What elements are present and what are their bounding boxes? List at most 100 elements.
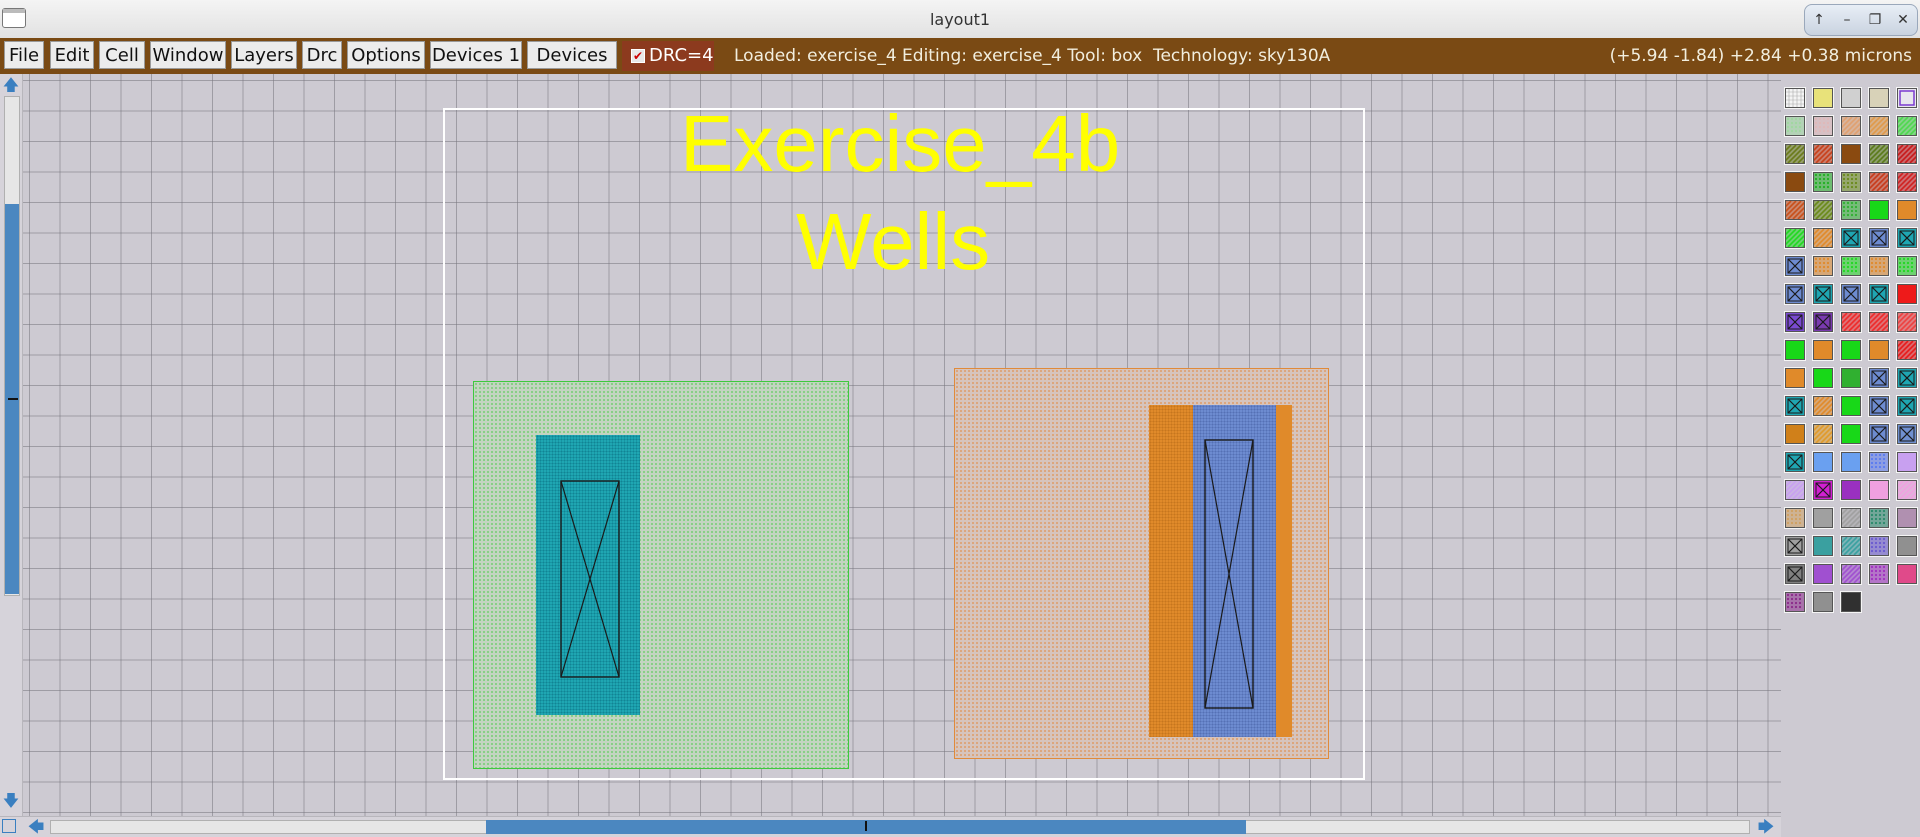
layer-swatch-plum-dots[interactable] bbox=[1784, 591, 1806, 613]
layer-swatch-lavender-solid[interactable] bbox=[1896, 451, 1918, 473]
layer-swatch-green-solid2[interactable] bbox=[1784, 339, 1806, 361]
layer-swatch-purple-outline[interactable] bbox=[1896, 87, 1918, 109]
layer-swatch-orange-hatch4[interactable] bbox=[1812, 227, 1834, 249]
zoom-box-icon[interactable] bbox=[2, 819, 16, 833]
layer-swatch-blue-x8[interactable] bbox=[1896, 423, 1918, 445]
layer-swatch-gray-solid2[interactable] bbox=[1896, 535, 1918, 557]
layer-swatch-purple-x2[interactable] bbox=[1812, 311, 1834, 333]
layer-swatch-darkgreen-dots[interactable] bbox=[1868, 507, 1890, 529]
layer-swatch-black-solid[interactable] bbox=[1840, 591, 1862, 613]
layer-swatch-gray-hatch[interactable] bbox=[1840, 507, 1862, 529]
layer-swatch-green-dots2[interactable] bbox=[1812, 171, 1834, 193]
layer-swatch-red-hatch5[interactable] bbox=[1840, 311, 1862, 333]
layer-swatch-yellow-box[interactable] bbox=[1812, 87, 1834, 109]
scroll-right-arrow-icon[interactable]: 🡆 bbox=[1756, 817, 1776, 837]
layer-swatch-teal-x7[interactable] bbox=[1896, 395, 1918, 417]
layer-swatch-red-hatch3[interactable] bbox=[1868, 171, 1890, 193]
layer-swatch-teal-x5[interactable] bbox=[1896, 367, 1918, 389]
pwell-region[interactable] bbox=[473, 381, 849, 769]
layer-swatch-beige-box[interactable] bbox=[1868, 87, 1890, 109]
layer-swatch-orange-hatch6[interactable] bbox=[1812, 423, 1834, 445]
layer-swatch-teal-x3[interactable] bbox=[1812, 283, 1834, 305]
layer-swatch-blue-x7[interactable] bbox=[1868, 423, 1890, 445]
layer-swatch-green-solid[interactable] bbox=[1868, 199, 1890, 221]
layer-swatch-purple-dots[interactable] bbox=[1868, 563, 1890, 585]
maximize-icon[interactable]: ❐ bbox=[1865, 12, 1885, 28]
layer-swatch-pink-hatch[interactable] bbox=[1896, 479, 1918, 501]
layer-swatch-magenta-x[interactable] bbox=[1812, 479, 1834, 501]
layer-swatch-lavender-hatch[interactable] bbox=[1784, 479, 1806, 501]
menu-file[interactable]: File bbox=[4, 41, 44, 69]
layer-swatch-teal-x[interactable] bbox=[1840, 227, 1862, 249]
label-wells[interactable]: Wells bbox=[796, 194, 990, 290]
scroll-up-arrow-icon[interactable]: 🡅 bbox=[2, 76, 20, 94]
scroll-left-arrow-icon[interactable]: 🡄 bbox=[26, 817, 46, 837]
menu-devices-2[interactable]: Devices 2 bbox=[527, 41, 617, 94]
layer-swatch-red-hatch6[interactable] bbox=[1868, 311, 1890, 333]
layer-swatch-orange-dots[interactable] bbox=[1812, 255, 1834, 277]
layer-swatch-orange-hatch[interactable] bbox=[1840, 115, 1862, 137]
layer-swatch-purple-solid2[interactable] bbox=[1812, 563, 1834, 585]
contact-cut-right[interactable] bbox=[1204, 439, 1254, 709]
layer-swatch-pink-solid2[interactable] bbox=[1896, 563, 1918, 585]
layer-swatch-purple-hatch[interactable] bbox=[1840, 563, 1862, 585]
layer-swatch-brown-solid[interactable] bbox=[1840, 143, 1862, 165]
contact-cut-left[interactable] bbox=[560, 480, 620, 678]
layer-swatch-orange-solid3[interactable] bbox=[1868, 339, 1890, 361]
layer-swatch-blue-x5[interactable] bbox=[1868, 367, 1890, 389]
layer-swatch-olive-hatch3[interactable] bbox=[1812, 199, 1834, 221]
menu-options[interactable]: Options bbox=[347, 41, 425, 69]
layer-swatch-olive-hatch[interactable] bbox=[1784, 143, 1806, 165]
layer-swatch-red-solid[interactable] bbox=[1896, 283, 1918, 305]
close-icon[interactable]: ✕ bbox=[1893, 12, 1913, 28]
layer-swatch-mauve-solid[interactable] bbox=[1896, 507, 1918, 529]
vertical-scrollbar[interactable]: 🡅 🡇 bbox=[0, 74, 23, 816]
layer-swatch-green-solid4[interactable] bbox=[1812, 367, 1834, 389]
layer-swatch-red-hatch4[interactable] bbox=[1896, 171, 1918, 193]
layer-swatch-blue-solid2[interactable] bbox=[1840, 451, 1862, 473]
layer-swatch-orange-solid5[interactable] bbox=[1784, 423, 1806, 445]
menu-drc[interactable]: Drc bbox=[302, 41, 342, 69]
layer-swatch-orange-hatch5[interactable] bbox=[1812, 395, 1834, 417]
layer-swatch-purple-solid[interactable] bbox=[1840, 479, 1862, 501]
layer-swatch-teal-x8[interactable] bbox=[1784, 451, 1806, 473]
layer-swatch-green-solid7[interactable] bbox=[1840, 423, 1862, 445]
layer-swatch-green-solid6[interactable] bbox=[1840, 395, 1862, 417]
drc-checkbox-icon[interactable]: ✔ bbox=[631, 49, 645, 63]
nimplant-right-region[interactable] bbox=[1276, 405, 1292, 737]
layer-swatch-orange-hatch2[interactable] bbox=[1868, 115, 1890, 137]
layer-swatch-teal-x6[interactable] bbox=[1784, 395, 1806, 417]
layer-swatch-green-dots[interactable] bbox=[1784, 115, 1806, 137]
layer-swatch-pink-dots[interactable] bbox=[1812, 115, 1834, 137]
layer-swatch-green-dots5[interactable] bbox=[1896, 255, 1918, 277]
layer-swatch-green-hatch2[interactable] bbox=[1784, 227, 1806, 249]
scroll-down-arrow-icon[interactable]: 🡇 bbox=[2, 792, 20, 810]
layer-swatch-teal-x2[interactable] bbox=[1896, 227, 1918, 249]
layer-swatch-violet-dots[interactable] bbox=[1868, 535, 1890, 557]
layer-swatch-olive-dots[interactable] bbox=[1840, 171, 1862, 193]
layer-swatch-blue-x[interactable] bbox=[1868, 227, 1890, 249]
layer-swatch-grid-dots[interactable] bbox=[1784, 87, 1806, 109]
layer-swatch-red-hatch2[interactable] bbox=[1896, 143, 1918, 165]
drc-toggle[interactable]: ✔ DRC=4 bbox=[622, 41, 714, 71]
layer-swatch-brown-solid2[interactable] bbox=[1784, 171, 1806, 193]
layer-swatch-teal-hatch[interactable] bbox=[1840, 535, 1862, 557]
layer-swatch-gray-x[interactable] bbox=[1784, 535, 1806, 557]
layer-swatch-green-solid3[interactable] bbox=[1840, 339, 1862, 361]
layer-swatch-blue-x2[interactable] bbox=[1784, 255, 1806, 277]
layer-swatch-green-solid5[interactable] bbox=[1840, 367, 1862, 389]
menu-devices-1[interactable]: Devices 1 bbox=[430, 41, 522, 69]
layer-swatch-red-hatch8[interactable] bbox=[1896, 339, 1918, 361]
keep-above-icon[interactable]: ↑ bbox=[1809, 12, 1829, 28]
layer-swatch-teal-x4[interactable] bbox=[1868, 283, 1890, 305]
layer-swatch-orange-solid4[interactable] bbox=[1784, 367, 1806, 389]
menu-edit[interactable]: Edit bbox=[50, 41, 94, 69]
layer-swatch-tan-dots[interactable] bbox=[1784, 507, 1806, 529]
layer-swatch-green-dots4[interactable] bbox=[1840, 255, 1862, 277]
layout-canvas[interactable]: Exercise_4b Wells bbox=[23, 74, 1781, 816]
layer-swatch-orange-dots2[interactable] bbox=[1868, 255, 1890, 277]
layer-swatch-blue-x6[interactable] bbox=[1868, 395, 1890, 417]
layer-swatch-gray-solid[interactable] bbox=[1812, 507, 1834, 529]
nimplant-left-region[interactable] bbox=[1149, 405, 1193, 737]
layer-swatch-red-hatch7[interactable] bbox=[1896, 311, 1918, 333]
